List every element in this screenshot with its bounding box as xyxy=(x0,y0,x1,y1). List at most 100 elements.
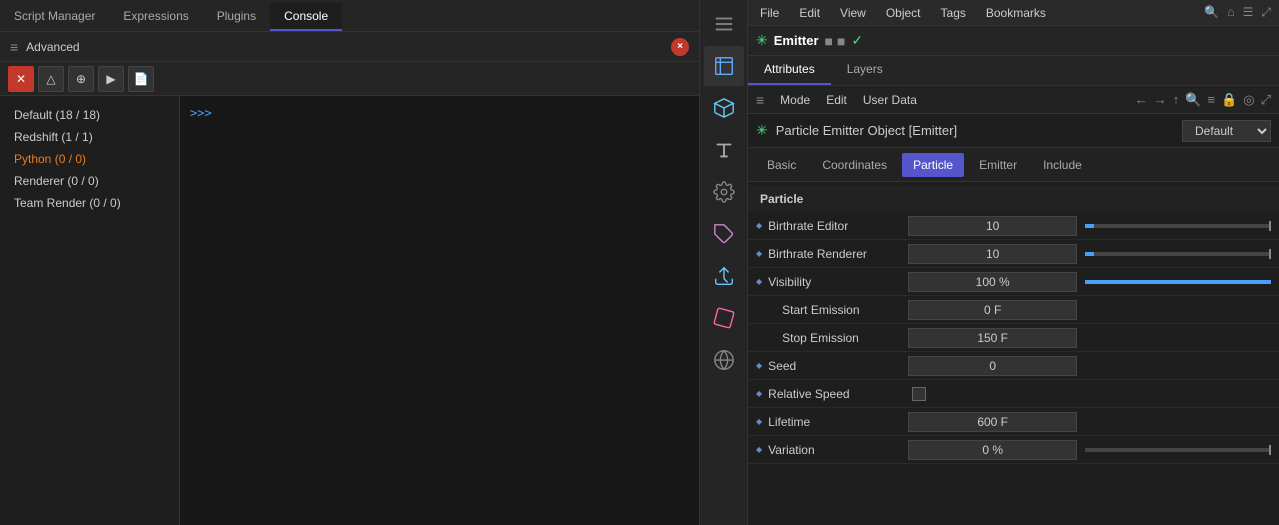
triangle-button[interactable]: △ xyxy=(38,66,64,92)
prop-value-seed[interactable] xyxy=(908,356,1077,376)
attr-tab-layers[interactable]: Layers xyxy=(831,56,899,85)
up-arrow-icon[interactable]: ↑ xyxy=(1173,92,1180,108)
default-dropdown[interactable]: Default xyxy=(1182,120,1271,142)
attr-tab-attributes[interactable]: Attributes xyxy=(748,56,831,85)
ptab-particle[interactable]: Particle xyxy=(902,153,964,177)
tab-plugins[interactable]: Plugins xyxy=(203,3,270,31)
globe-icon-btn[interactable] xyxy=(704,340,744,380)
prop-row-birthrate-editor: ◆ Birthrate Editor xyxy=(748,212,1279,240)
prop-name-variation: Variation xyxy=(768,443,908,457)
prop-value-stop-emission[interactable] xyxy=(908,328,1077,348)
top-menu-file[interactable]: File xyxy=(756,4,783,22)
script-default[interactable]: Default (18 / 18) xyxy=(0,104,179,126)
menu-lines-icon: ≡ xyxy=(10,39,18,55)
emitter-checkmark: ✓ xyxy=(851,32,863,49)
ptab-basic[interactable]: Basic xyxy=(756,153,807,177)
left-panel: Script Manager Expressions Plugins Conso… xyxy=(0,0,700,525)
stop-button[interactable]: ✕ xyxy=(8,66,34,92)
attr-panel: File Edit View Object Tags Bookmarks 🔍 ⌂… xyxy=(748,0,1279,525)
prop-row-visibility: ◆ Visibility xyxy=(748,268,1279,296)
edit-button[interactable]: Edit xyxy=(822,92,851,108)
mode-search-icon[interactable]: 🔍 xyxy=(1185,92,1201,108)
tag-icon-btn[interactable] xyxy=(704,214,744,254)
prop-row-start-emission: ◆ Start Emission xyxy=(748,296,1279,324)
mode-button[interactable]: Mode xyxy=(776,92,814,108)
console-prompt: >>> xyxy=(190,106,212,120)
slider-birthrate-renderer[interactable] xyxy=(1085,252,1271,256)
mode-row: ≡ Mode Edit User Data ← → ↑ 🔍 ≡ 🔒 ◎ ⤢ xyxy=(748,86,1279,114)
emitter-name: Emitter xyxy=(774,33,819,48)
properties-area: Particle ◆ Birthrate Editor ◆ Birthrate … xyxy=(748,182,1279,525)
search-icon[interactable]: 🔍 xyxy=(1204,5,1219,20)
text-icon-btn[interactable] xyxy=(704,130,744,170)
icon-sidebar xyxy=(700,0,748,525)
slider-birthrate-editor[interactable] xyxy=(1085,224,1271,228)
top-menu-object[interactable]: Object xyxy=(882,4,925,22)
prop-value-birthrate-editor[interactable] xyxy=(908,216,1077,236)
menu-icon-btn[interactable] xyxy=(704,4,744,44)
particle-emitter-icon: ✳ xyxy=(756,122,768,139)
forward-arrow-icon[interactable]: → xyxy=(1154,92,1167,108)
ptab-coordinates[interactable]: Coordinates xyxy=(811,153,898,177)
prop-row-relative-speed: ◆ Relative Speed xyxy=(748,380,1279,408)
close-button[interactable]: × xyxy=(671,38,689,56)
prop-name-start-emission: Start Emission xyxy=(768,303,908,317)
prop-name-stop-emission: Stop Emission xyxy=(768,331,908,345)
emitter-row: ✳ Emitter ■ ■ ✓ xyxy=(748,26,1279,56)
script-renderer[interactable]: Renderer (0 / 0) xyxy=(0,170,179,192)
tab-bar: Script Manager Expressions Plugins Conso… xyxy=(0,0,699,32)
play-button[interactable]: ▶ xyxy=(98,66,124,92)
diamond-lifetime: ◆ xyxy=(756,417,762,426)
user-data-button[interactable]: User Data xyxy=(859,92,921,108)
top-menu-edit[interactable]: Edit xyxy=(795,4,824,22)
tab-script-manager[interactable]: Script Manager xyxy=(0,3,109,31)
settings-icon-btn[interactable] xyxy=(704,172,744,212)
prop-value-visibility[interactable] xyxy=(908,272,1077,292)
slider-visibility[interactable] xyxy=(1085,280,1271,284)
cube-icon-btn[interactable] xyxy=(704,88,744,128)
export-icon-btn[interactable] xyxy=(704,256,744,296)
prop-value-variation[interactable] xyxy=(908,440,1077,460)
script-redshift[interactable]: Redshift (1 / 1) xyxy=(0,126,179,148)
top-menu-tags[interactable]: Tags xyxy=(937,4,970,22)
diamond-relative-speed: ◆ xyxy=(756,389,762,398)
lock-icon[interactable]: 🔒 xyxy=(1221,92,1237,108)
slider-variation[interactable] xyxy=(1085,448,1271,452)
node-button[interactable]: ⊕ xyxy=(68,66,94,92)
shape-icon-btn[interactable] xyxy=(704,298,744,338)
prop-name-relative-speed: Relative Speed xyxy=(768,387,908,401)
prop-value-birthrate-renderer[interactable] xyxy=(908,244,1077,264)
filter-icon[interactable]: ≡ xyxy=(1207,92,1215,108)
prop-value-lifetime[interactable] xyxy=(908,412,1077,432)
toolbar: ✕ △ ⊕ ▶ 📄 xyxy=(0,62,699,96)
diamond-seed: ◆ xyxy=(756,361,762,370)
back-arrow-icon[interactable]: ← xyxy=(1135,92,1148,108)
script-python[interactable]: Python (0 / 0) xyxy=(0,148,179,170)
tab-console[interactable]: Console xyxy=(270,3,342,31)
home-icon[interactable]: ⌂ xyxy=(1227,5,1234,20)
document-button[interactable]: 📄 xyxy=(128,66,154,92)
script-list: Default (18 / 18) Redshift (1 / 1) Pytho… xyxy=(0,96,180,525)
3d-view-icon-btn[interactable] xyxy=(704,46,744,86)
link-icon[interactable]: ⤢ xyxy=(1261,92,1271,108)
script-teamrender[interactable]: Team Render (0 / 0) xyxy=(0,192,179,214)
external-link-icon[interactable]: ⤢ xyxy=(1261,5,1271,20)
top-menu-icons: 🔍 ⌂ ☰ ⤢ xyxy=(1204,5,1271,20)
ptab-include[interactable]: Include xyxy=(1032,153,1093,177)
diamond-birthrate-editor: ◆ xyxy=(756,221,762,230)
checkbox-relative-speed[interactable] xyxy=(912,387,926,401)
prop-row-seed: ◆ Seed xyxy=(748,352,1279,380)
prop-row-variation: ◆ Variation xyxy=(748,436,1279,464)
list-icon[interactable]: ☰ xyxy=(1243,5,1254,20)
dot-icon[interactable]: ◎ xyxy=(1243,92,1254,108)
advanced-header: ≡ Advanced × xyxy=(0,32,699,62)
top-menu-bookmarks[interactable]: Bookmarks xyxy=(982,4,1050,22)
console-area: >>> xyxy=(180,96,699,525)
tab-expressions[interactable]: Expressions xyxy=(109,3,202,31)
prop-name-birthrate-editor: Birthrate Editor xyxy=(768,219,908,233)
top-menu-view[interactable]: View xyxy=(836,4,870,22)
object-title-row: ✳ Particle Emitter Object [Emitter] Defa… xyxy=(748,114,1279,148)
ptab-emitter[interactable]: Emitter xyxy=(968,153,1028,177)
emitter-particle-icon: ✳ xyxy=(756,32,768,49)
prop-value-start-emission[interactable] xyxy=(908,300,1077,320)
